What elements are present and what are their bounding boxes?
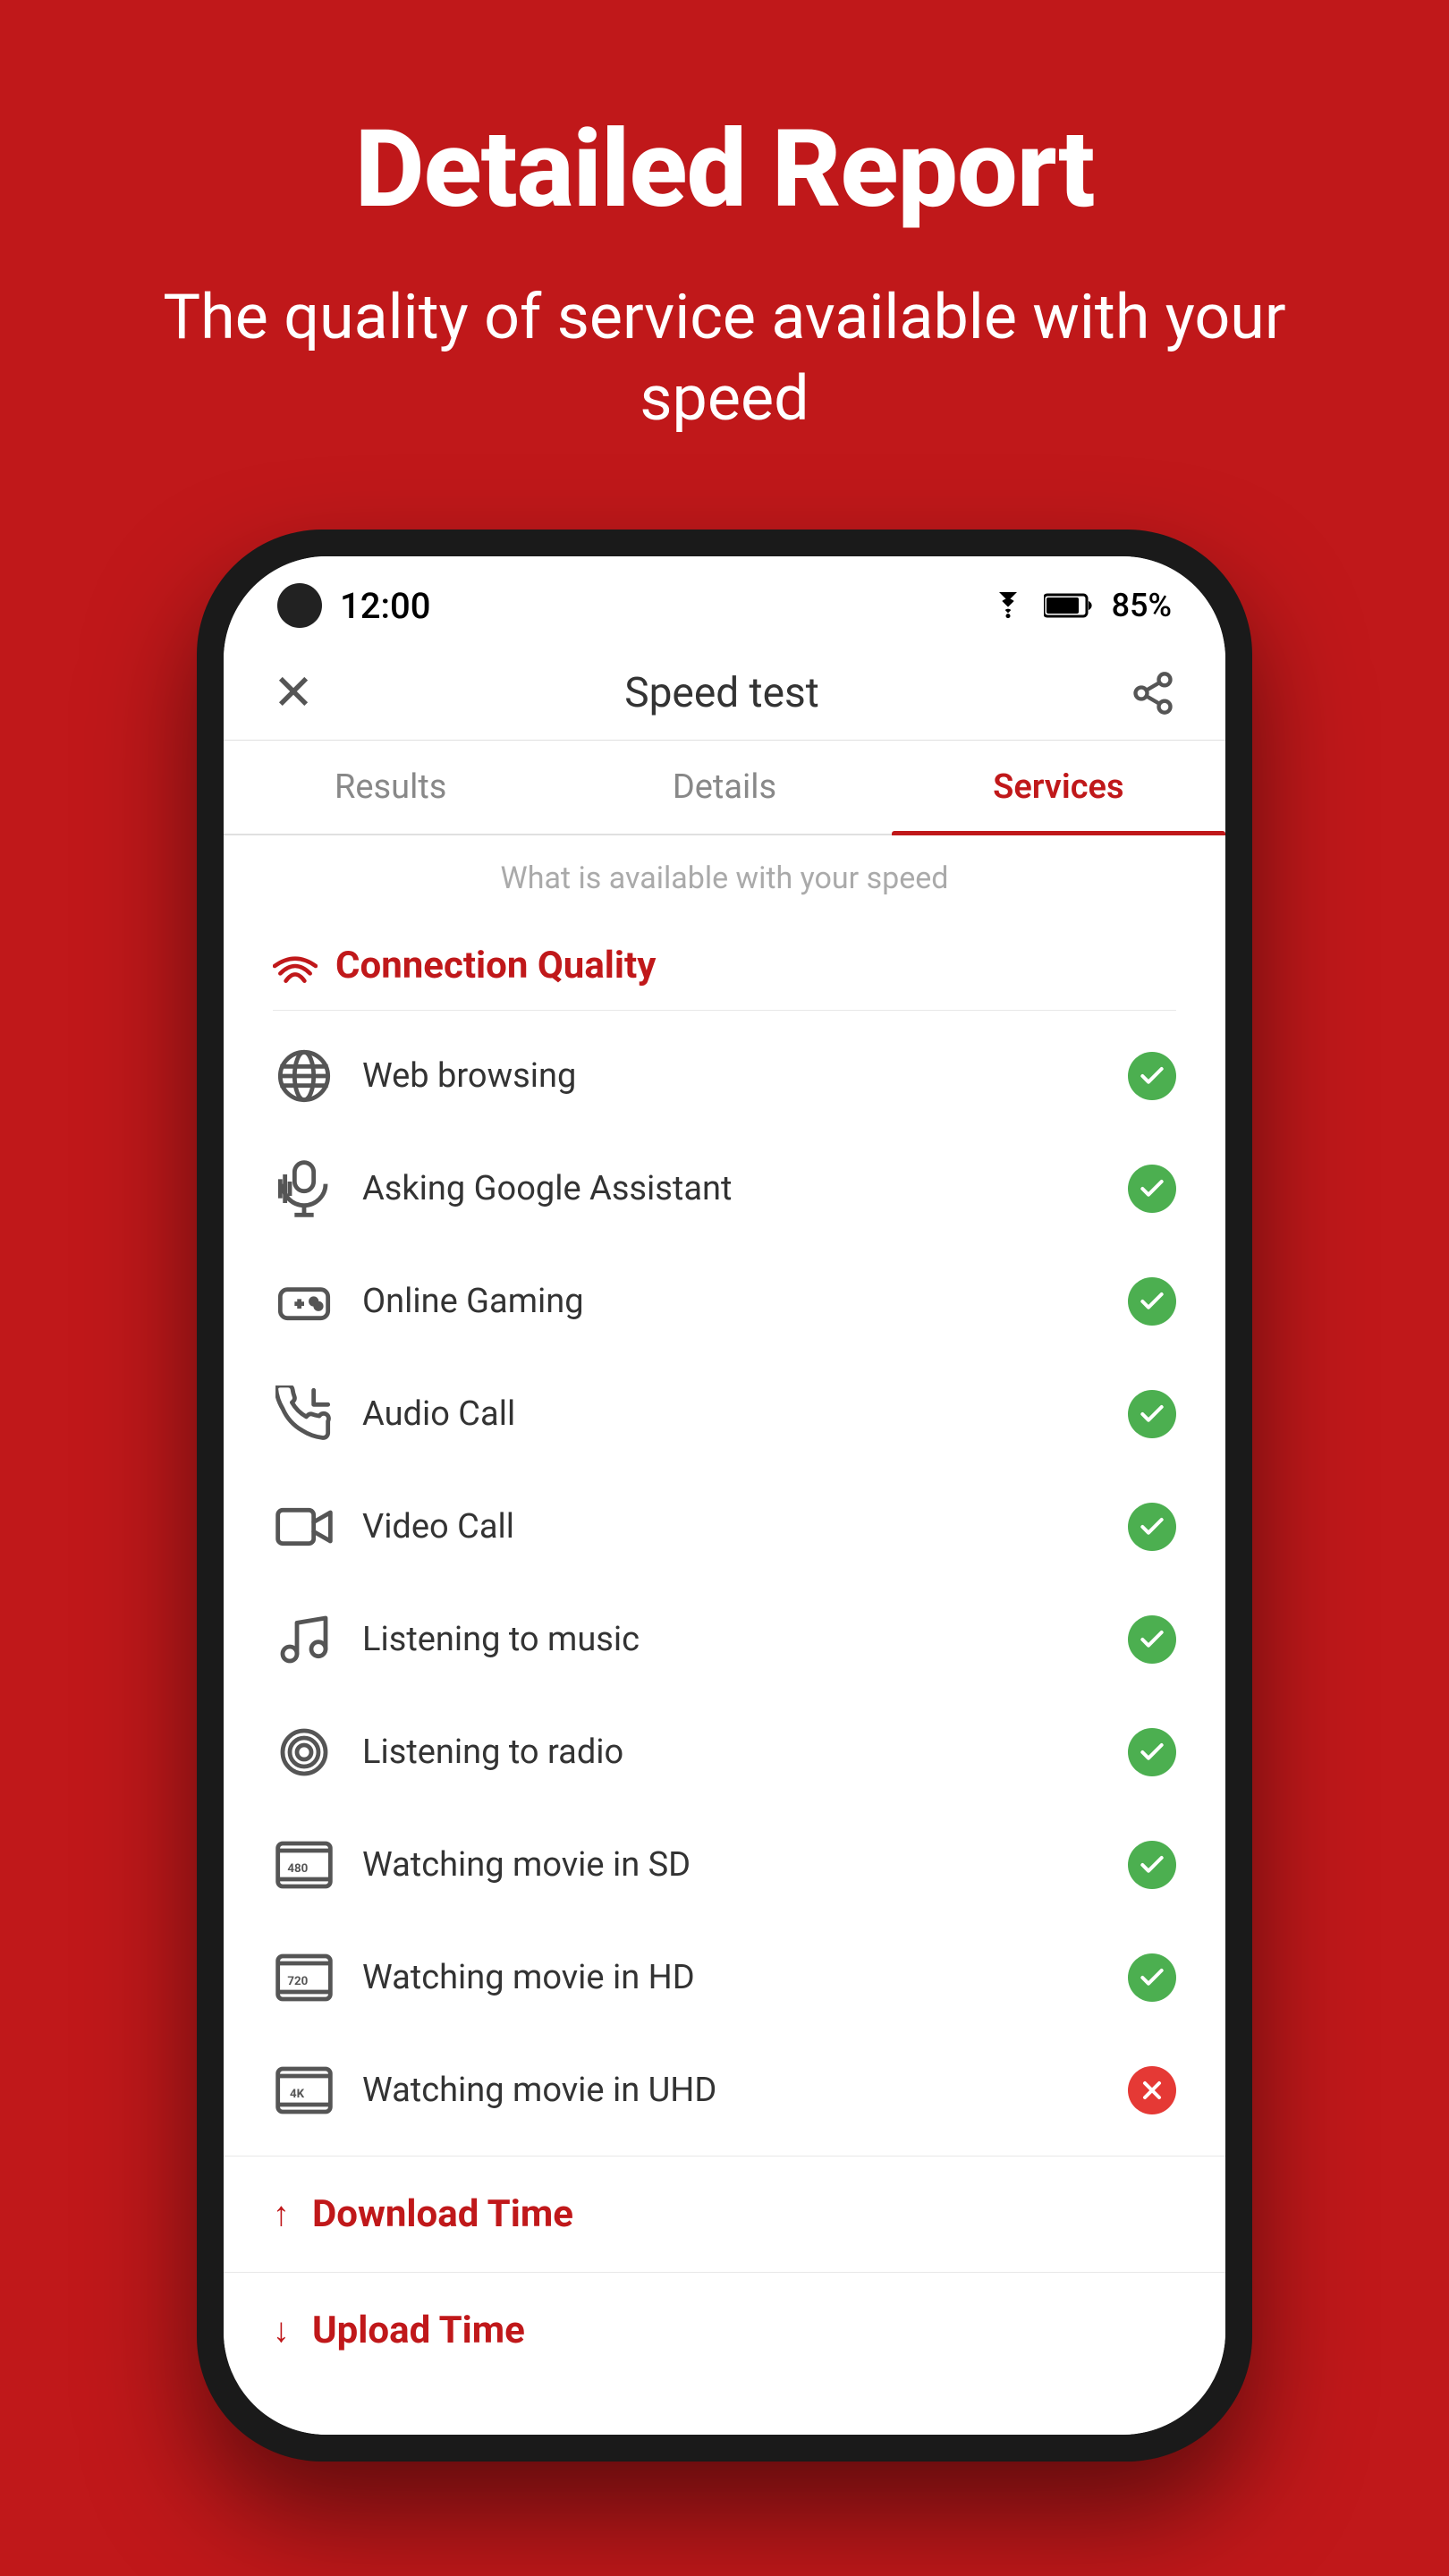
service-list: Web browsing [224,1011,1225,2156]
list-item: Listening to music [224,1583,1225,1696]
signal-icon [273,947,318,985]
svg-text:720: 720 [287,1975,308,1988]
upload-time-label: Upload Time [312,2309,525,2352]
page-header: Detailed Report The quality of service a… [0,0,1449,512]
status-bar: 12:00 85% [224,556,1225,646]
download-time-label: Download Time [312,2192,573,2236]
battery-percentage: 85% [1112,587,1172,624]
service-name: Listening to radio [362,1733,1101,1772]
page-subtitle: The quality of service available with yo… [72,277,1377,440]
close-button[interactable]: ✕ [273,664,314,722]
wifi-icon [990,592,1026,619]
service-name: Video Call [362,1507,1101,1546]
download-arrow-icon: ↑ [273,2195,290,2234]
service-name: Web browsing [362,1056,1101,1096]
music-icon [273,1608,335,1671]
status-ok-icon [1128,1615,1176,1664]
status-fail-icon [1128,2066,1176,2114]
list-item: Listening to radio [224,1696,1225,1809]
status-ok-icon [1128,1277,1176,1326]
mic-icon [273,1157,335,1220]
download-time-row[interactable]: ↑ Download Time [224,2156,1225,2272]
list-item: Audio Call [224,1358,1225,1470]
phone-screen: 12:00 85% ✕ [224,556,1225,2435]
status-ok-icon [1128,1953,1176,2002]
sd-icon: 480 [273,1834,335,1896]
hd-icon: 720 [273,1946,335,2009]
app-title: Speed test [624,669,819,717]
game-icon [273,1270,335,1333]
radio-icon [273,1721,335,1784]
camera-dot [277,583,322,628]
page-title: Detailed Report [72,107,1377,233]
video-icon [273,1496,335,1558]
list-item: Online Gaming [224,1245,1225,1358]
status-ok-icon [1128,1052,1176,1100]
www-icon [273,1045,335,1107]
section-title: Connection Quality [335,944,656,987]
service-name: Watching movie in SD [362,1845,1101,1885]
tab-services[interactable]: Services [892,741,1225,834]
service-name: Audio Call [362,1394,1101,1434]
phone-icon [273,1383,335,1445]
uhd-icon: 4K [273,2059,335,2122]
app-bar: ✕ Speed test [224,646,1225,741]
status-ok-icon [1128,1390,1176,1438]
share-button[interactable] [1130,670,1176,716]
upload-arrow-icon: ↓ [273,2311,290,2351]
service-name: Watching movie in HD [362,1958,1101,1997]
status-ok-icon [1128,1728,1176,1776]
status-time: 12:00 [340,585,430,627]
list-item: Asking Google Assistant [224,1132,1225,1245]
status-ok-icon [1128,1841,1176,1889]
list-item: Video Call [224,1470,1225,1583]
list-item: 480 Watching movie in SD [224,1809,1225,1921]
svg-text:480: 480 [287,1862,308,1876]
upload-time-row[interactable]: ↓ Upload Time [224,2272,1225,2388]
service-name: Listening to music [362,1620,1101,1659]
tabs-bar: Results Details Services [224,741,1225,835]
battery-icon [1044,593,1094,618]
list-item: Web browsing [224,1020,1225,1132]
status-ok-icon [1128,1503,1176,1551]
service-name: Watching movie in UHD [362,2071,1101,2110]
tab-details[interactable]: Details [557,741,891,834]
list-item: 4K Watching movie in UHD [224,2034,1225,2147]
tab-results[interactable]: Results [224,741,557,834]
list-item: 720 Watching movie in HD [224,1921,1225,2034]
service-name: Online Gaming [362,1282,1101,1321]
service-name: Asking Google Assistant [362,1169,1101,1208]
svg-text:4K: 4K [290,2088,305,2101]
phone-frame: 12:00 85% ✕ [197,530,1252,2462]
content-area: Connection Quality [224,912,1225,2435]
status-ok-icon [1128,1165,1176,1213]
tab-subtitle: What is available with your speed [224,835,1225,912]
connection-quality-header: Connection Quality [224,912,1225,1010]
